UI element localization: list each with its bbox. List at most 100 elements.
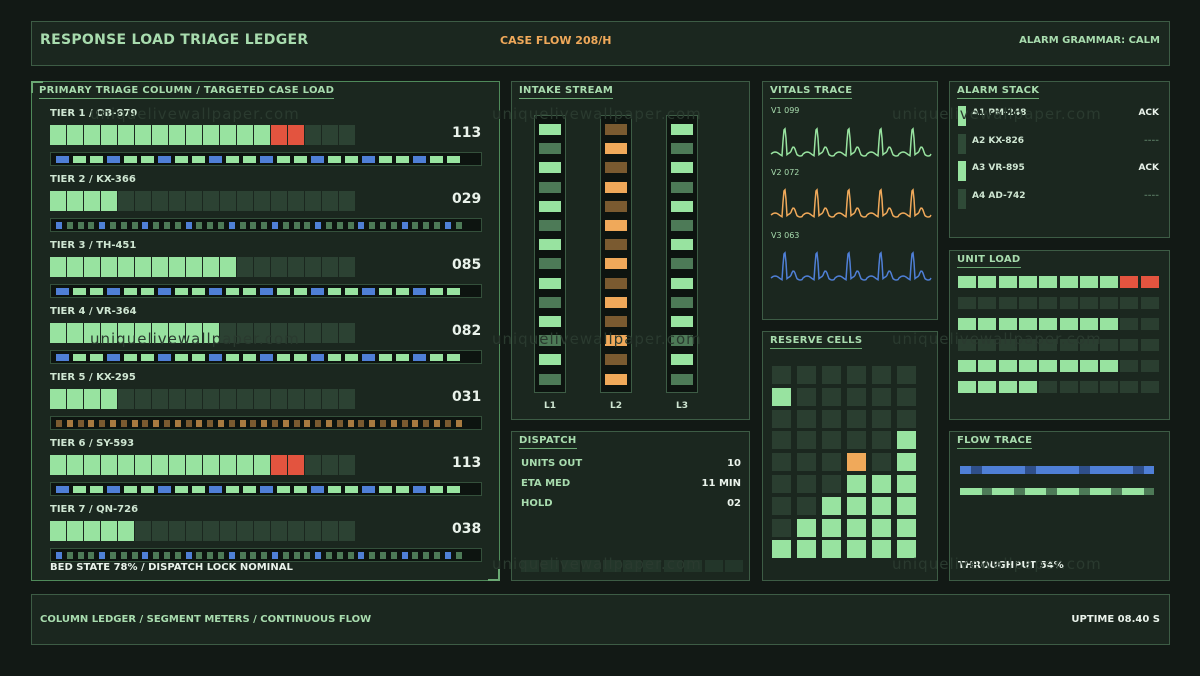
- tier-value: 113: [452, 125, 482, 141]
- lane-segment: [605, 316, 627, 327]
- track-dot: [412, 552, 419, 559]
- unit-segment: [958, 360, 976, 372]
- lane-segment: [671, 296, 693, 308]
- track-dot: [196, 552, 203, 559]
- track-dot: [396, 486, 409, 493]
- tier-segment: [186, 257, 202, 277]
- track-dot: [66, 552, 73, 559]
- tier-segment: [101, 521, 117, 541]
- intake-lane: [666, 115, 698, 393]
- reserve-cell: [872, 475, 891, 493]
- track-dot: [56, 288, 69, 295]
- unit-load-panel: UNIT LOAD: [949, 250, 1170, 420]
- unit-segment: [998, 297, 1017, 309]
- lane-segment: [671, 373, 693, 385]
- tier-flow-track: [50, 284, 482, 298]
- track-dot: [77, 222, 84, 229]
- lane-segment: [605, 200, 627, 212]
- unit-segment: [1140, 339, 1159, 351]
- track-dot: [196, 222, 203, 229]
- tier-segment: [339, 521, 355, 541]
- track-dot: [153, 552, 160, 559]
- throughput-readout: THROUGHPUT 54%: [958, 560, 1064, 571]
- track-dot: [413, 486, 426, 493]
- track-dot: [336, 420, 343, 427]
- track-dot: [294, 486, 307, 493]
- unit-segment: [998, 360, 1017, 372]
- reserve-cell: [797, 431, 816, 450]
- track-dot: [73, 288, 86, 295]
- unit-segment: [1059, 360, 1078, 372]
- track-dot: [447, 156, 460, 163]
- tier-segment: [288, 323, 304, 343]
- corner-bracket: [488, 569, 500, 581]
- flow-segment: [1003, 488, 1014, 495]
- track-dot: [77, 420, 84, 427]
- reserve-cell: [897, 475, 916, 493]
- unit-segment: [1039, 297, 1058, 309]
- tier-segment: [50, 389, 66, 409]
- track-dot: [423, 552, 430, 559]
- lane-label: L2: [610, 401, 622, 411]
- track-dot: [455, 222, 462, 229]
- flow-segment: [1122, 488, 1133, 495]
- tier-segment: [203, 191, 219, 211]
- tier-segment: [152, 455, 168, 475]
- reserve-cell: [772, 540, 791, 559]
- dispatch-key: HOLD: [521, 498, 553, 509]
- flow-segment: [1024, 488, 1036, 495]
- track-dot: [293, 420, 300, 427]
- lane-segment: [539, 200, 561, 212]
- reserve-cell: [822, 496, 841, 515]
- tier-segment: [84, 191, 100, 211]
- unit-segment: [1120, 318, 1139, 330]
- track-dot: [396, 156, 409, 163]
- tier-segment: [84, 521, 100, 541]
- strip-segment: [623, 560, 641, 572]
- strip-segment: [541, 560, 560, 572]
- reserve-cell: [872, 518, 891, 537]
- lane-segment: [605, 335, 627, 347]
- tier-segment: [67, 389, 83, 409]
- reserve-cell: [897, 431, 916, 450]
- alarm-indicator: [958, 133, 966, 154]
- track-dot: [362, 354, 375, 361]
- flow-segment: [1089, 466, 1101, 474]
- track-dot: [110, 420, 116, 427]
- track-dot: [250, 552, 257, 559]
- dispatch-row-units-out: UNITS OUT 10: [521, 458, 741, 469]
- track-dot: [153, 222, 160, 229]
- tier-segment: [254, 191, 270, 211]
- track-dot: [66, 222, 73, 229]
- tier-segment: [84, 125, 100, 145]
- lane-segment: [605, 143, 627, 155]
- reserve-cell: [772, 431, 791, 450]
- track-dot: [294, 354, 307, 361]
- track-dot: [379, 156, 392, 163]
- track-dot: [207, 420, 214, 427]
- tier-segment: [322, 191, 338, 211]
- track-dot: [380, 552, 386, 559]
- track-dot: [272, 552, 278, 559]
- track-dot: [90, 354, 103, 361]
- track-dot: [90, 156, 103, 163]
- tier-segment: [169, 125, 185, 145]
- panel-title: INTAKE STREAM: [519, 85, 614, 99]
- tier-segment: [288, 389, 304, 409]
- lane-segment: [539, 316, 561, 327]
- flow-segment: [970, 466, 982, 474]
- reserve-cell: [897, 453, 916, 472]
- tier-segment: [203, 389, 219, 409]
- track-dot: [175, 354, 188, 361]
- alarm-indicator: [958, 161, 966, 181]
- tier-segment: [322, 389, 338, 409]
- reserve-cell: [847, 496, 866, 515]
- reserve-cell: [822, 540, 841, 559]
- unit-segment: [1100, 297, 1119, 309]
- track-dot: [282, 420, 289, 427]
- tier-label: TIER 3 / TH-451: [50, 240, 137, 251]
- track-dot: [250, 222, 257, 229]
- alarm-stack-panel: ALARM STACK A1 PM-248 ACK A2 KX-826 ---- A3 …: [949, 81, 1170, 238]
- tier-segment: [305, 521, 321, 541]
- tier-segment: [254, 125, 270, 145]
